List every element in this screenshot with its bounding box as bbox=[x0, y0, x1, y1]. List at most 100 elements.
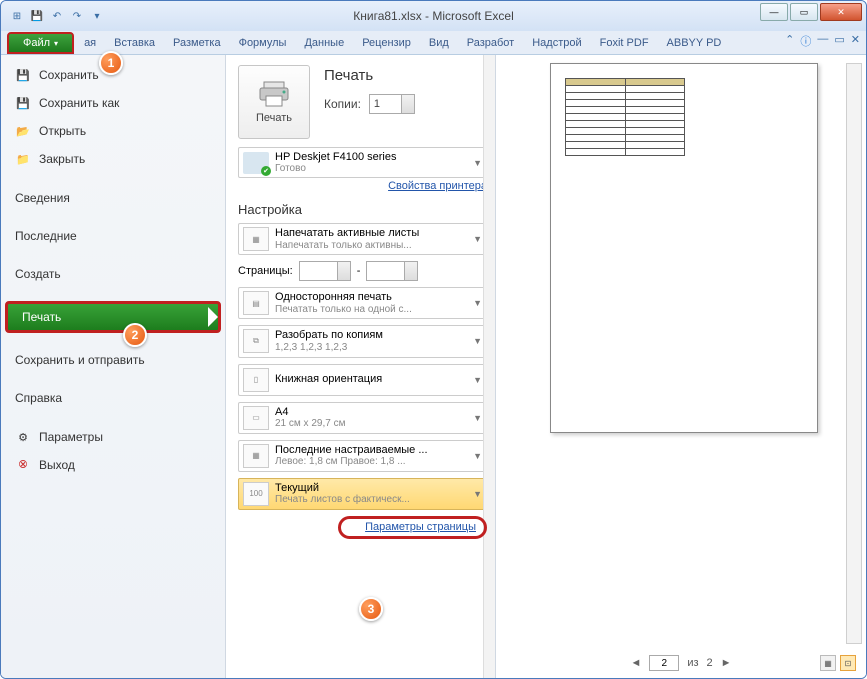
opt-print-what[interactable]: ▦ Напечатать активные листыНапечатать то… bbox=[238, 223, 487, 255]
tab-review[interactable]: Рецензир bbox=[354, 32, 419, 54]
chevron-down-icon: ▼ bbox=[473, 375, 482, 385]
help-icon[interactable]: ⓘ bbox=[800, 33, 811, 49]
tab-developer[interactable]: Разработ bbox=[459, 32, 522, 54]
menu-help[interactable]: Справка bbox=[1, 385, 225, 411]
page-total: 2 bbox=[707, 657, 713, 669]
opt-label: Односторонняя печать bbox=[275, 291, 412, 304]
menu-open[interactable]: 📂Открыть bbox=[1, 117, 225, 145]
menu-label: Параметры bbox=[39, 430, 103, 444]
chevron-down-icon: ▼ bbox=[473, 489, 482, 499]
copies-spinner[interactable]: 1 bbox=[369, 94, 415, 114]
menu-close[interactable]: 📁Закрыть bbox=[1, 145, 225, 173]
menu-print[interactable]: Печать bbox=[5, 301, 221, 333]
menu-exit[interactable]: ⮿Выход bbox=[1, 451, 225, 479]
ribbon-collapse-icon[interactable]: ⌃ bbox=[785, 33, 794, 49]
tab-addins[interactable]: Надстрой bbox=[524, 32, 589, 54]
excel-logo-icon: ⊞ bbox=[9, 8, 25, 24]
menu-new[interactable]: Создать bbox=[1, 261, 225, 287]
close-button[interactable]: ✕ bbox=[820, 3, 862, 21]
save-icon[interactable]: 💾 bbox=[29, 8, 45, 24]
printer-icon bbox=[258, 80, 290, 108]
printer-name: HP Deskjet F4100 series bbox=[275, 151, 396, 163]
chevron-down-icon: ▼ bbox=[473, 298, 482, 308]
opt-sublabel: Печать листов с фактическ... bbox=[275, 494, 410, 506]
tab-home[interactable]: ая bbox=[76, 32, 104, 54]
callout-1: 1 bbox=[99, 51, 123, 75]
opt-sublabel: 21 см x 29,7 см bbox=[275, 418, 345, 430]
folder-open-icon: 📂 bbox=[15, 123, 31, 139]
doc-minimize-icon[interactable]: — bbox=[817, 33, 828, 49]
opt-margins[interactable]: ▦ Последние настраиваемые ...Левое: 1,8 … bbox=[238, 440, 487, 472]
prev-page-button[interactable]: ◄ bbox=[630, 657, 641, 669]
next-page-button[interactable]: ► bbox=[721, 657, 732, 669]
file-tab[interactable]: Файл ▾ bbox=[7, 32, 74, 54]
preview-scrollbar[interactable] bbox=[846, 63, 862, 644]
tab-view[interactable]: Вид bbox=[421, 32, 457, 54]
minimize-button[interactable]: — bbox=[760, 3, 788, 21]
sheets-icon: ▦ bbox=[243, 227, 269, 251]
zoom-page-button[interactable]: ⊡ bbox=[840, 655, 856, 671]
menu-label: Сохранить как bbox=[39, 96, 119, 110]
opt-sublabel: Напечатать только активны... bbox=[275, 240, 419, 252]
margins-icon: ▦ bbox=[243, 444, 269, 468]
menu-label: Выход bbox=[39, 458, 75, 472]
qat-more-icon[interactable]: ▾ bbox=[89, 8, 105, 24]
tab-layout[interactable]: Разметка bbox=[165, 32, 229, 54]
printer-status-icon bbox=[243, 152, 269, 174]
portrait-icon: ▯ bbox=[243, 368, 269, 392]
backstage-menu: 💾 Сохранить 💾 Сохранить как 📂Открыть 📁Закр… bbox=[1, 55, 226, 679]
settings-heading: Настройка bbox=[238, 202, 487, 217]
show-margins-button[interactable]: ▦ bbox=[820, 655, 836, 671]
opt-label: Последние настраиваемые ... bbox=[275, 444, 428, 457]
menu-save-as[interactable]: 💾 Сохранить как bbox=[1, 89, 225, 117]
callout-2: 2 bbox=[123, 323, 147, 347]
tab-abbyy[interactable]: ABBYY PD bbox=[659, 32, 730, 54]
doc-close-icon[interactable]: ✕ bbox=[851, 33, 860, 49]
preview-page bbox=[550, 63, 818, 433]
menu-save-send[interactable]: Сохранить и отправить bbox=[1, 347, 225, 373]
tab-data[interactable]: Данные bbox=[296, 32, 352, 54]
opt-sublabel: 1,2,3 1,2,3 1,2,3 bbox=[275, 342, 383, 354]
tab-foxit[interactable]: Foxit PDF bbox=[592, 32, 657, 54]
opt-scaling[interactable]: 100 ТекущийПечать листов с фактическ... … bbox=[238, 478, 487, 510]
chevron-down-icon: ▼ bbox=[473, 336, 482, 346]
opt-label: Напечатать активные листы bbox=[275, 227, 419, 240]
undo-icon[interactable]: ↶ bbox=[49, 8, 65, 24]
print-button[interactable]: Печать bbox=[238, 65, 310, 139]
printer-selector[interactable]: HP Deskjet F4100 series Готово ▼ bbox=[238, 147, 487, 178]
preview-footer: ◄ из 2 ► ▦ ⊡ bbox=[496, 652, 866, 674]
print-title: Печать bbox=[324, 67, 415, 84]
menu-info[interactable]: Сведения bbox=[1, 185, 225, 211]
opt-label: Книжная ориентация bbox=[275, 373, 382, 386]
chevron-down-icon: ▼ bbox=[473, 234, 482, 244]
page-number-input[interactable] bbox=[649, 655, 679, 671]
opt-sublabel: Печатать только на одной с... bbox=[275, 304, 412, 316]
menu-label: Сохранить bbox=[39, 68, 99, 82]
tab-formulas[interactable]: Формулы bbox=[231, 32, 295, 54]
oneside-icon: ▤ bbox=[243, 291, 269, 315]
pages-to-spinner[interactable] bbox=[366, 261, 418, 281]
opt-label: A4 bbox=[275, 406, 345, 419]
scale-icon: 100 bbox=[243, 482, 269, 506]
printer-properties-link[interactable]: Свойства принтера bbox=[238, 180, 487, 192]
page-sep: из bbox=[687, 657, 698, 669]
menu-recent[interactable]: Последние bbox=[1, 223, 225, 249]
pages-from-spinner[interactable] bbox=[299, 261, 351, 281]
preview-table bbox=[565, 78, 685, 156]
opt-sides[interactable]: ▤ Односторонняя печатьПечатать только на… bbox=[238, 287, 487, 319]
opt-paper[interactable]: ▭ A421 см x 29,7 см ▼ bbox=[238, 402, 487, 434]
print-button-label: Печать bbox=[256, 112, 292, 124]
floppy-icon: 💾 bbox=[15, 67, 31, 83]
doc-restore-icon[interactable]: ▭ bbox=[834, 33, 844, 49]
save-as-icon: 💾 bbox=[15, 95, 31, 111]
maximize-button[interactable]: ▭ bbox=[790, 3, 818, 21]
file-tab-label: Файл bbox=[23, 37, 50, 49]
redo-icon[interactable]: ↷ bbox=[69, 8, 85, 24]
page-setup-link[interactable]: Параметры страницы bbox=[338, 516, 487, 539]
opt-orientation[interactable]: ▯ Книжная ориентация ▼ bbox=[238, 364, 487, 396]
menu-options[interactable]: ⚙Параметры bbox=[1, 423, 225, 451]
opt-collate[interactable]: ⧉ Разобрать по копиям1,2,3 1,2,3 1,2,3 ▼ bbox=[238, 325, 487, 357]
pages-label: Страницы: bbox=[238, 265, 293, 277]
printer-status: Готово bbox=[275, 163, 396, 174]
settings-scrollbar[interactable] bbox=[483, 55, 495, 679]
